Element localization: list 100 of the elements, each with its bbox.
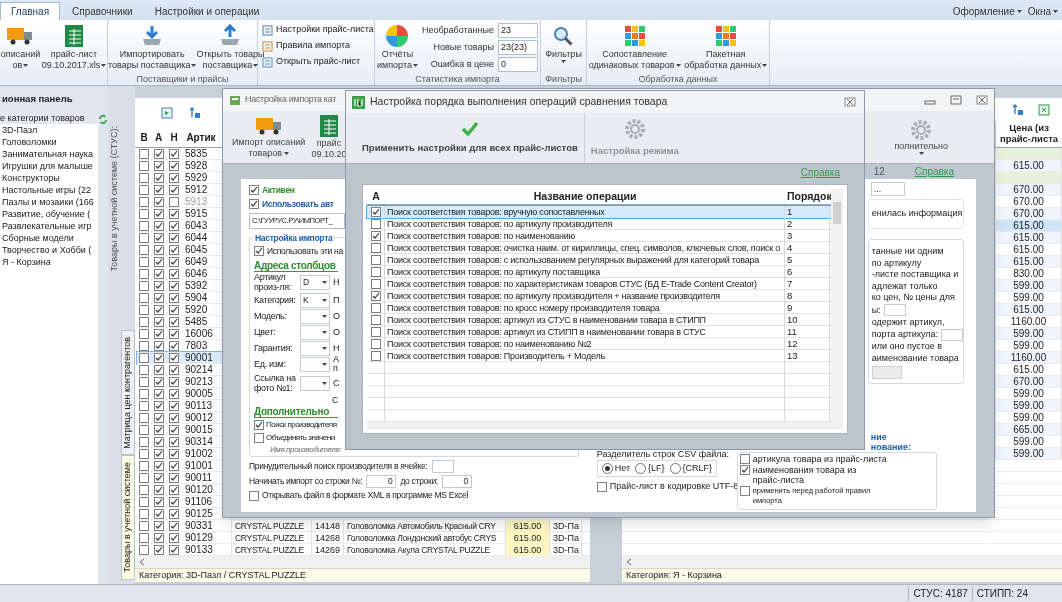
checkbox[interactable] <box>370 242 381 253</box>
table-row[interactable]: Поиск соответствия товаров: по артикулу производителя + название производителя 8 <box>367 290 831 302</box>
dropdown-field[interactable] <box>300 340 330 356</box>
export-icon[interactable] <box>161 107 173 119</box>
input-field[interactable] <box>883 304 906 316</box>
ribbon-button[interactable]: Фильтры <box>545 23 582 63</box>
checkbox[interactable] <box>153 244 164 255</box>
checkbox[interactable] <box>139 364 149 375</box>
ribbon-tab[interactable]: Справочники <box>62 2 143 20</box>
menu-button[interactable]: Оформление <box>952 3 1022 19</box>
checkbox[interactable] <box>139 208 149 219</box>
checkbox[interactable] <box>153 364 164 375</box>
checkbox[interactable] <box>370 254 381 265</box>
checkbox[interactable] <box>153 160 164 171</box>
checkbox[interactable] <box>153 304 164 315</box>
tree-item[interactable]: Творчество и Хобби ( <box>0 244 98 256</box>
dropdown-field[interactable] <box>300 308 330 324</box>
checkbox[interactable] <box>139 148 149 159</box>
checkbox[interactable] <box>370 302 381 313</box>
dropdown-field[interactable]: K <box>300 292 330 308</box>
spreadsheet-icon[interactable] <box>1038 104 1050 116</box>
checkbox[interactable] <box>153 280 164 291</box>
checkbox[interactable] <box>139 184 149 195</box>
checkbox[interactable] <box>169 316 179 327</box>
checkbox[interactable] <box>169 496 179 507</box>
checkbox[interactable] <box>139 280 149 291</box>
checkbox[interactable] <box>139 172 149 183</box>
table-row[interactable]: Поиск соответствия товаров: по кросс номеру производителя товара 9 <box>367 302 831 314</box>
checkbox[interactable] <box>153 208 164 219</box>
checkbox[interactable] <box>139 388 149 399</box>
column-header[interactable]: В <box>137 130 151 145</box>
checkbox[interactable] <box>139 496 149 507</box>
menu-button[interactable]: Окна <box>1027 3 1058 19</box>
checkbox[interactable] <box>139 304 149 315</box>
input-field[interactable] <box>871 366 902 379</box>
checkbox[interactable] <box>254 246 264 256</box>
checkbox[interactable] <box>139 316 149 327</box>
ribbon-button[interactable]: Пакетная обработка данных <box>684 23 768 71</box>
checkbox[interactable] <box>153 496 164 507</box>
checkbox[interactable] <box>153 460 164 471</box>
checkbox[interactable] <box>139 292 149 303</box>
radio-button[interactable] <box>669 463 681 474</box>
checkbox[interactable] <box>169 364 179 375</box>
tree-item[interactable]: Сборные модели <box>0 232 98 244</box>
side-tab[interactable]: Матрица цен контрагентов <box>121 329 135 456</box>
checkbox[interactable] <box>153 292 164 303</box>
checkbox[interactable] <box>370 266 381 277</box>
radio-button[interactable] <box>635 463 647 474</box>
checkbox[interactable] <box>153 316 164 327</box>
checkbox[interactable] <box>139 232 149 243</box>
checkbox[interactable] <box>153 424 164 435</box>
ribbon-link[interactable]: Настройки прайс-листа <box>262 23 374 37</box>
dropdown-field[interactable] <box>300 375 330 391</box>
checkbox[interactable] <box>169 532 179 543</box>
dropdown-field[interactable]: D <box>300 274 330 290</box>
checkbox[interactable] <box>169 232 179 243</box>
checkbox[interactable] <box>370 206 381 217</box>
checkbox[interactable] <box>139 328 149 339</box>
checkbox[interactable] <box>153 328 164 339</box>
checkbox[interactable] <box>169 220 179 231</box>
tree-item[interactable]: Конструкторы <box>0 172 98 184</box>
checkbox[interactable] <box>139 484 149 495</box>
checkbox[interactable] <box>139 472 149 483</box>
checkbox[interactable] <box>153 532 164 543</box>
checkbox[interactable] <box>139 412 149 423</box>
checkbox[interactable] <box>169 460 179 471</box>
scroll-left-icon[interactable] <box>626 558 632 566</box>
checkbox[interactable] <box>169 484 179 495</box>
checkbox[interactable] <box>169 304 179 315</box>
checkbox[interactable] <box>249 490 259 501</box>
checkbox[interactable] <box>169 256 179 267</box>
checkbox[interactable] <box>370 338 381 349</box>
tree-item[interactable]: Игрушки для малыше <box>0 160 98 172</box>
maximize-icon[interactable] <box>950 95 962 105</box>
column-header[interactable]: А <box>151 130 166 145</box>
checkbox[interactable] <box>169 328 179 339</box>
ribbon-link[interactable]: Открыть прайс-лист <box>262 55 374 69</box>
column-header[interactable]: Н <box>166 130 182 145</box>
checkbox[interactable] <box>153 220 164 231</box>
checkbox[interactable] <box>169 268 179 279</box>
checkbox[interactable] <box>139 256 149 267</box>
checkbox[interactable] <box>139 436 149 447</box>
checkbox[interactable] <box>139 268 149 279</box>
input-field[interactable]: 0 <box>441 475 472 488</box>
ribbon-link[interactable]: Правила импорта <box>262 39 374 53</box>
checkbox[interactable] <box>169 544 179 555</box>
checkbox[interactable] <box>370 290 381 301</box>
toolbar-button[interactable]: Импорт описаний товаров <box>229 115 309 159</box>
checkbox[interactable] <box>169 160 179 171</box>
ribbon-button[interactable]: Открыть товары поставщика <box>196 23 265 71</box>
checkbox[interactable] <box>153 148 164 159</box>
checkbox[interactable] <box>139 544 149 555</box>
table-row[interactable]: Поиск соответствия товаров: Производитель + Модель 13 <box>367 350 831 362</box>
checkbox[interactable] <box>169 208 179 219</box>
table-row[interactable]: Поиск соответствия товаров: очистка наим. от кириллицы, спец. символов, ключевых слов, поиск о 4 <box>367 242 831 254</box>
tree-item[interactable]: 3D-Пазл <box>0 124 98 136</box>
input-field[interactable] <box>941 328 963 341</box>
checkbox[interactable] <box>139 220 149 231</box>
checkbox[interactable] <box>169 376 179 387</box>
checkbox[interactable] <box>169 424 179 435</box>
